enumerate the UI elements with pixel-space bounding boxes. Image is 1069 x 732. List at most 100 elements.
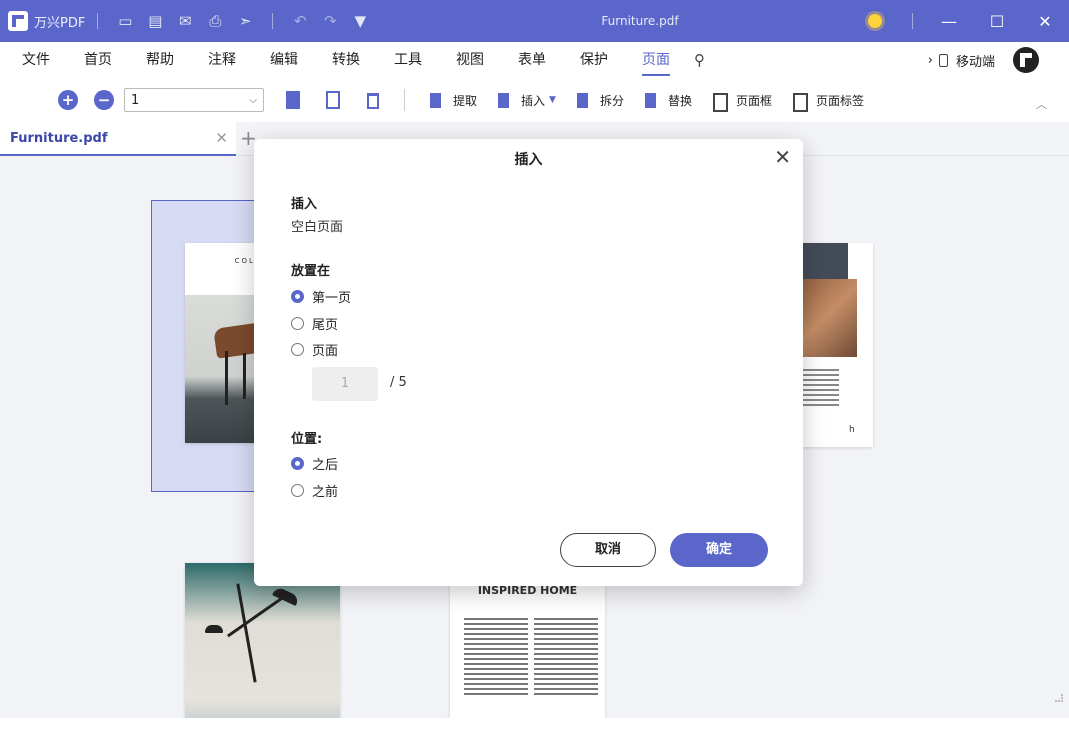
insert-dialog: 插入 ✕ 插入 空白页面 放置在 第一页 尾页 页面 1 / 5 位置: 之后 … (254, 139, 803, 586)
search-icon[interactable]: ⚲ (694, 51, 705, 69)
lamp-head (205, 625, 223, 633)
minimize-button[interactable]: — (925, 12, 973, 31)
replace-label: 替换 (667, 93, 692, 108)
radio-icon (291, 317, 304, 330)
theme-toggle-icon[interactable] (868, 14, 882, 28)
mail-icon[interactable]: ✉ (170, 12, 200, 30)
menu-right-group: › 移动端 (928, 42, 1039, 78)
place-first-radio[interactable]: 第一页 (291, 287, 351, 306)
place-page-label: 页面 (312, 344, 339, 359)
menu-comment[interactable]: 注释 (208, 42, 236, 78)
place-page-radio[interactable]: 页面 (291, 340, 338, 359)
menu-protect[interactable]: 保护 (580, 42, 608, 78)
position-before-radio[interactable]: 之前 (291, 481, 338, 500)
replace-button[interactable]: 替换 (642, 90, 692, 110)
position-label: 位置: (291, 432, 323, 447)
page-label-button[interactable]: 页面标签 (790, 90, 865, 112)
extract-icon (427, 90, 445, 110)
folder-icon[interactable]: ▭ (110, 12, 140, 30)
menu-edit[interactable]: 编辑 (270, 42, 298, 78)
document-tab-label: Furniture.pdf (10, 130, 108, 146)
place-first-label: 第一页 (312, 291, 352, 306)
text-lines (799, 369, 839, 409)
lamp-arm (226, 594, 287, 638)
document-tab[interactable]: Furniture.pdf ✕ (0, 122, 236, 156)
menu-help[interactable]: 帮助 (146, 42, 174, 78)
mobile-icon (938, 53, 948, 67)
place-label: 放置在 (291, 264, 331, 279)
menu-home[interactable]: 首页 (84, 42, 112, 78)
close-button[interactable]: ✕ (1021, 12, 1069, 31)
page-thumbnail-4[interactable]: INSPIRED HOME (450, 574, 605, 718)
interior-photo (185, 563, 340, 718)
title-bar: 万兴PDF ▭ ▤ ✉ ⎙ ➣ ↶ ↷ ▼ Furniture.pdf — ☐ … (0, 0, 1069, 42)
share-icon[interactable]: ➣ (230, 12, 260, 30)
chevron-right-icon: › (927, 52, 933, 68)
confirm-button[interactable]: 确定 (670, 533, 768, 567)
page-toolbar: + − 1 ⌵ 提取 插入 ▼ 拆分 替换 页面框 页面标签 ︿ (0, 78, 1069, 122)
resize-grip-icon[interactable] (1055, 694, 1063, 702)
dialog-title: 插入 (514, 152, 543, 168)
page-number-input[interactable]: 1 (312, 367, 378, 401)
maximize-button[interactable]: ☐ (973, 12, 1021, 31)
cancel-button[interactable]: 取消 (560, 533, 656, 567)
app-name: 万兴PDF (34, 15, 86, 31)
page-total: / 5 (390, 375, 407, 390)
page-label-icon (790, 90, 808, 112)
menu-page[interactable]: 页面 (642, 42, 670, 78)
print-icon[interactable]: ⎙ (200, 12, 230, 30)
title-separator (272, 13, 274, 29)
redo-icon[interactable]: ↷ (315, 12, 345, 30)
position-after-radio[interactable]: 之后 (291, 454, 338, 473)
menu-bar: 文件 首页 帮助 注释 编辑 转换 工具 视图 表单 保护 页面 ⚲ › 移动端 (0, 42, 1069, 78)
menu-file[interactable]: 文件 (22, 42, 50, 78)
lamp-arm (236, 583, 257, 683)
page-number-select[interactable]: 1 ⌵ (124, 88, 264, 112)
extract-button[interactable]: 提取 (427, 90, 477, 110)
collapse-toolbar-icon[interactable]: ︿ (1036, 96, 1047, 112)
chair-leg (243, 353, 246, 399)
split-icon (574, 90, 592, 110)
split-label: 拆分 (599, 93, 624, 108)
page-label-label: 页面标签 (816, 93, 865, 108)
insert-icon (495, 90, 513, 110)
insert-before-icon[interactable] (282, 89, 304, 111)
title-separator (97, 13, 99, 29)
page-thumbnail-3[interactable] (185, 563, 340, 718)
page-box-button[interactable]: 页面框 (710, 90, 772, 112)
account-avatar[interactable] (1013, 47, 1039, 73)
text-column (464, 618, 528, 698)
insert-after-icon[interactable] (322, 89, 344, 111)
page-number-value: 1 (131, 92, 140, 108)
radio-selected-icon (291, 290, 304, 303)
radio-icon (291, 343, 304, 356)
menu-form[interactable]: 表单 (518, 42, 546, 78)
app-logo-icon (8, 11, 28, 31)
split-button[interactable]: 拆分 (574, 90, 624, 110)
close-dialog-icon[interactable]: ✕ (774, 145, 791, 169)
window-controls: — ☐ ✕ (868, 0, 1069, 42)
chevron-down-icon: ⌵ (249, 94, 257, 106)
chair-leg (225, 351, 228, 405)
menu-convert[interactable]: 转换 (332, 42, 360, 78)
close-tab-icon[interactable]: ✕ (215, 129, 228, 147)
insert-button[interactable]: 插入 ▼ (495, 90, 556, 110)
menu-view[interactable]: 视图 (456, 42, 484, 78)
text-column (534, 618, 598, 698)
page-thumbnail-text: h (849, 425, 855, 435)
zoom-out-button[interactable]: − (94, 90, 114, 110)
page-thumbnail-2[interactable]: h (793, 243, 873, 447)
undo-icon[interactable]: ↶ (285, 12, 315, 30)
title-separator (912, 13, 913, 29)
toolbar-divider (404, 89, 405, 111)
zoom-in-button[interactable]: + (58, 90, 78, 110)
quick-access-dropdown-icon[interactable]: ▼ (345, 12, 375, 30)
delete-page-icon[interactable] (362, 89, 384, 111)
save-icon[interactable]: ▤ (140, 12, 170, 30)
menu-tools[interactable]: 工具 (394, 42, 422, 78)
page-box-icon (710, 90, 728, 112)
place-last-radio[interactable]: 尾页 (291, 314, 338, 333)
replace-icon (642, 90, 660, 110)
bottom-strip (0, 718, 1069, 732)
mobile-link[interactable]: 移动端 (956, 51, 995, 70)
